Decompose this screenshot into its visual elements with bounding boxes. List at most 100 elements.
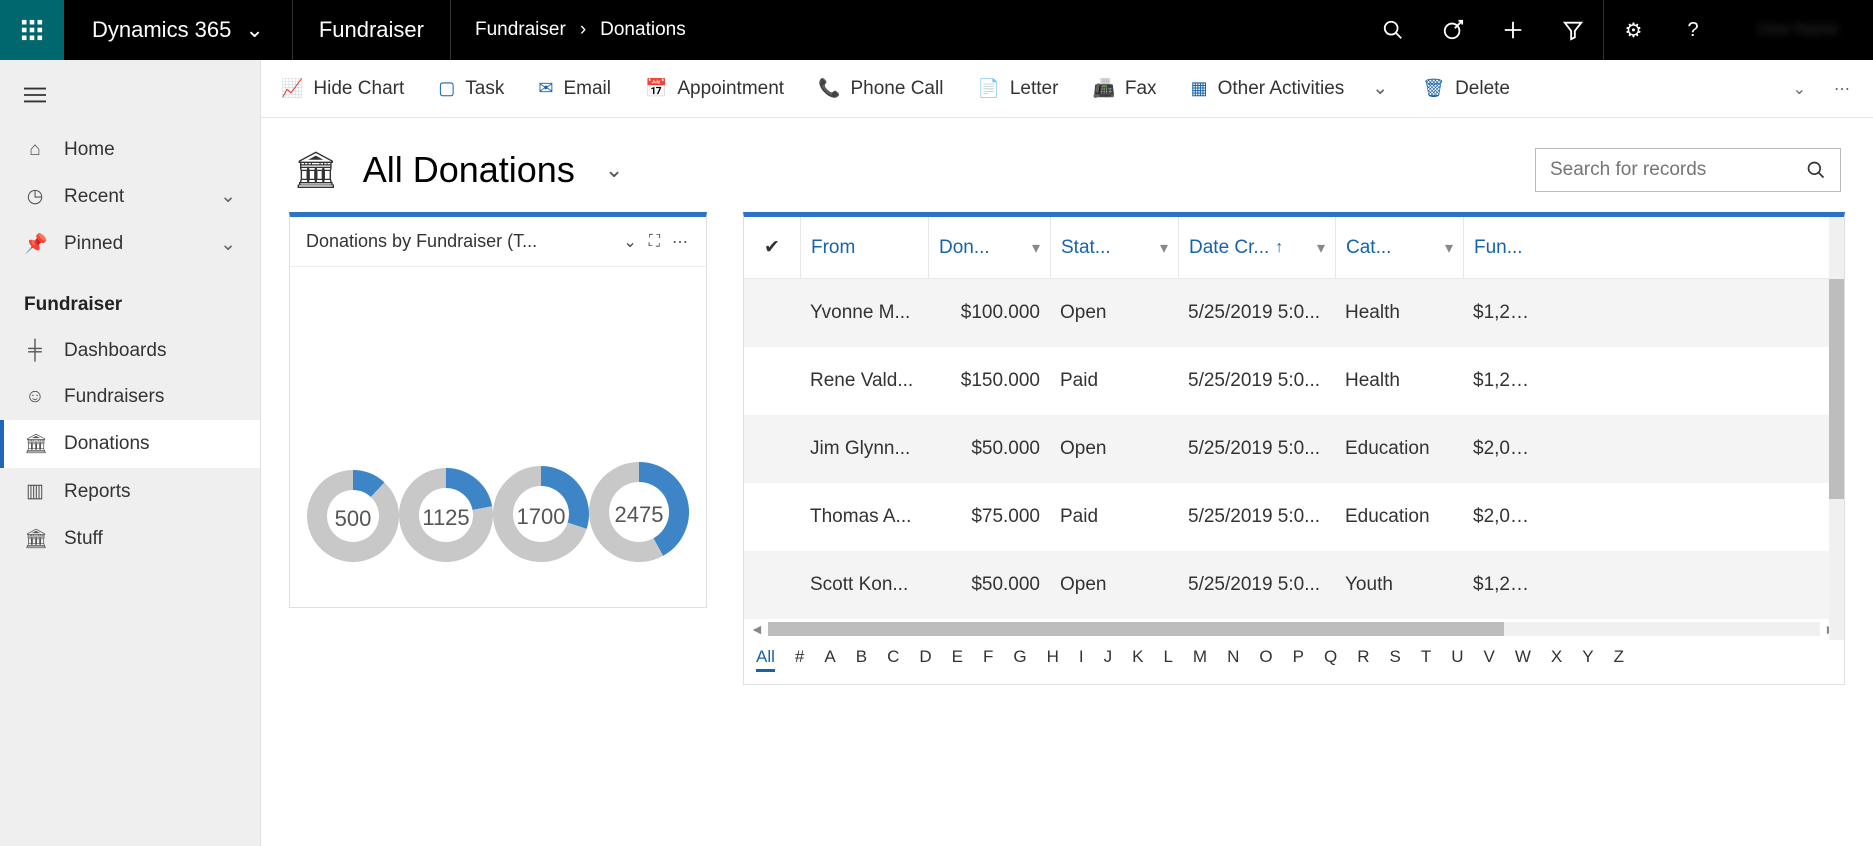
app-launcher-button[interactable] (0, 0, 64, 60)
user-menu[interactable]: User Name (1723, 0, 1873, 60)
sidebar-item-reports[interactable]: ▥ Reports (0, 468, 260, 515)
search-button[interactable] (1363, 0, 1423, 60)
alpha-letter[interactable]: B (856, 647, 867, 672)
cmd-appointment[interactable]: 📅Appointment (645, 78, 784, 100)
search-box[interactable] (1535, 148, 1841, 192)
scroll-left-icon[interactable]: ◄ (750, 621, 764, 637)
alpha-letter[interactable]: F (983, 647, 993, 672)
alpha-letter[interactable]: X (1551, 647, 1562, 672)
alpha-letter[interactable]: U (1451, 647, 1463, 672)
alpha-letter[interactable]: H (1047, 647, 1059, 672)
expand-icon[interactable]: ⛶ (649, 233, 660, 251)
alpha-letter[interactable]: S (1389, 647, 1400, 672)
chevron-down-icon[interactable]: ⌄ (605, 157, 623, 183)
alpha-letter[interactable]: K (1132, 647, 1143, 672)
alpha-letter[interactable]: R (1357, 647, 1369, 672)
funnel-icon[interactable]: ▾ (1032, 238, 1040, 258)
column-header-from[interactable]: From (800, 217, 928, 278)
breadcrumb-leaf[interactable]: Donations (600, 19, 686, 41)
donut-chart[interactable]: 1700 (493, 466, 589, 567)
cmd-delete-chevron[interactable]: ⌄ (1793, 79, 1806, 99)
sidebar-item-stuff[interactable]: 🏛 Stuff (0, 515, 260, 563)
table-row[interactable]: Rene Vald... $150.000 Paid 5/25/2019 5:0… (744, 347, 1844, 415)
settings-button[interactable]: ⚙ (1603, 0, 1663, 60)
cmd-delete[interactable]: 🗑Delete (1422, 78, 1510, 100)
alpha-letter[interactable]: Z (1614, 647, 1624, 672)
alpha-letter[interactable]: C (887, 647, 899, 672)
column-header-date[interactable]: Date Cr...↑▾ (1178, 217, 1335, 278)
donut-chart[interactable]: 500 (307, 470, 399, 567)
alpha-letter[interactable]: M (1193, 647, 1207, 672)
cmd-fax[interactable]: 📠Fax (1092, 78, 1156, 100)
sidebar-item-pinned[interactable]: 📌 Pinned ⌄ (0, 220, 260, 268)
column-header-category[interactable]: Cat...▾ (1335, 217, 1463, 278)
cmd-overflow[interactable]: ⋯ (1834, 79, 1853, 99)
alpha-letter[interactable]: J (1104, 647, 1113, 672)
filter-button[interactable] (1543, 0, 1603, 60)
alpha-letter[interactable]: P (1293, 647, 1304, 672)
column-header-donation[interactable]: Don...▾ (928, 217, 1050, 278)
brand-dropdown[interactable]: Dynamics 365 ⌄ (64, 0, 293, 60)
cmd-letter[interactable]: 📄Letter (977, 78, 1058, 100)
sidebar-item-donations[interactable]: 🏛 Donations (0, 420, 260, 468)
vertical-scrollbar-thumb[interactable] (1829, 279, 1844, 499)
sidebar-item-dashboards[interactable]: ╪ Dashboards (0, 328, 260, 374)
alpha-letter[interactable]: N (1227, 647, 1239, 672)
sidebar-item-label: Fundraisers (64, 386, 164, 408)
funnel-icon[interactable]: ▾ (1445, 238, 1453, 258)
cmd-hide-chart[interactable]: 📈Hide Chart (281, 78, 404, 100)
alpha-letter[interactable]: V (1483, 647, 1494, 672)
alpha-letter[interactable]: L (1163, 647, 1172, 672)
alpha-letter[interactable]: O (1259, 647, 1272, 672)
task-flow-button[interactable] (1423, 0, 1483, 60)
donut-chart[interactable]: 2475 (589, 462, 689, 567)
new-button[interactable] (1483, 0, 1543, 60)
alpha-letter[interactable]: A (824, 647, 835, 672)
sidebar-item-recent[interactable]: ◷ Recent ⌄ (0, 173, 260, 220)
alpha-hash[interactable]: # (795, 647, 804, 672)
cmd-email[interactable]: ✉Email (538, 78, 611, 100)
breadcrumb-root[interactable]: Fundraiser (475, 19, 566, 41)
alpha-letter[interactable]: G (1013, 647, 1026, 672)
sidebar-item-fundraisers[interactable]: ☺ Fundraisers (0, 374, 260, 420)
scroll-track[interactable] (768, 622, 1820, 636)
view-title[interactable]: All Donations (363, 149, 575, 191)
horizontal-scrollbar[interactable]: ◄ ► (744, 619, 1844, 639)
column-label: Stat... (1061, 237, 1111, 259)
cell-from: Scott Kon... (800, 574, 928, 596)
sidebar-toggle[interactable] (0, 66, 260, 127)
help-button[interactable]: ? (1663, 0, 1723, 60)
alpha-letter[interactable]: D (919, 647, 931, 672)
table-row[interactable]: Scott Kon... $50.000 Open 5/25/2019 5:0.… (744, 551, 1844, 619)
alpha-letter[interactable]: T (1421, 647, 1431, 672)
cmd-other-activities[interactable]: ▦Other Activities⌄ (1191, 77, 1389, 100)
funnel-icon[interactable]: ▾ (1317, 238, 1325, 258)
alpha-all[interactable]: All (756, 647, 775, 672)
search-input[interactable] (1550, 159, 1806, 181)
task-icon: ▢ (438, 78, 455, 99)
chart-overflow[interactable]: ⋯ (672, 232, 690, 252)
target-icon (1442, 19, 1464, 41)
alpha-letter[interactable]: E (952, 647, 963, 672)
column-header-fundraiser[interactable]: Fun... (1463, 217, 1541, 278)
alpha-letter[interactable]: I (1079, 647, 1084, 672)
table-row[interactable]: Yvonne M... $100.000 Open 5/25/2019 5:0.… (744, 279, 1844, 347)
phone-icon: 📞 (818, 78, 840, 99)
table-row[interactable]: Thomas A... $75.000 Paid 5/25/2019 5:0..… (744, 483, 1844, 551)
sidebar-item-home[interactable]: ⌂ Home (0, 127, 260, 173)
select-all-checkbox[interactable]: ✔ (744, 217, 800, 278)
funnel-icon[interactable]: ▾ (1160, 238, 1168, 258)
cmd-phone[interactable]: 📞Phone Call (818, 78, 943, 100)
cmd-task[interactable]: ▢Task (438, 78, 504, 100)
chart-title[interactable]: Donations by Fundraiser (T... (306, 231, 611, 252)
app-name[interactable]: Fundraiser (293, 0, 451, 60)
scroll-thumb[interactable] (768, 622, 1505, 636)
alpha-letter[interactable]: Q (1324, 647, 1337, 672)
alpha-letter[interactable]: W (1515, 647, 1531, 672)
chevron-down-icon[interactable]: ⌄ (623, 232, 636, 252)
donut-chart[interactable]: 1125 (399, 468, 493, 567)
alpha-letter[interactable]: Y (1582, 647, 1593, 672)
sort-asc-icon[interactable]: ↑ (1275, 239, 1283, 257)
table-row[interactable]: Jim Glynn... $50.000 Open 5/25/2019 5:0.… (744, 415, 1844, 483)
column-header-status[interactable]: Stat... ▾ (1050, 217, 1178, 278)
